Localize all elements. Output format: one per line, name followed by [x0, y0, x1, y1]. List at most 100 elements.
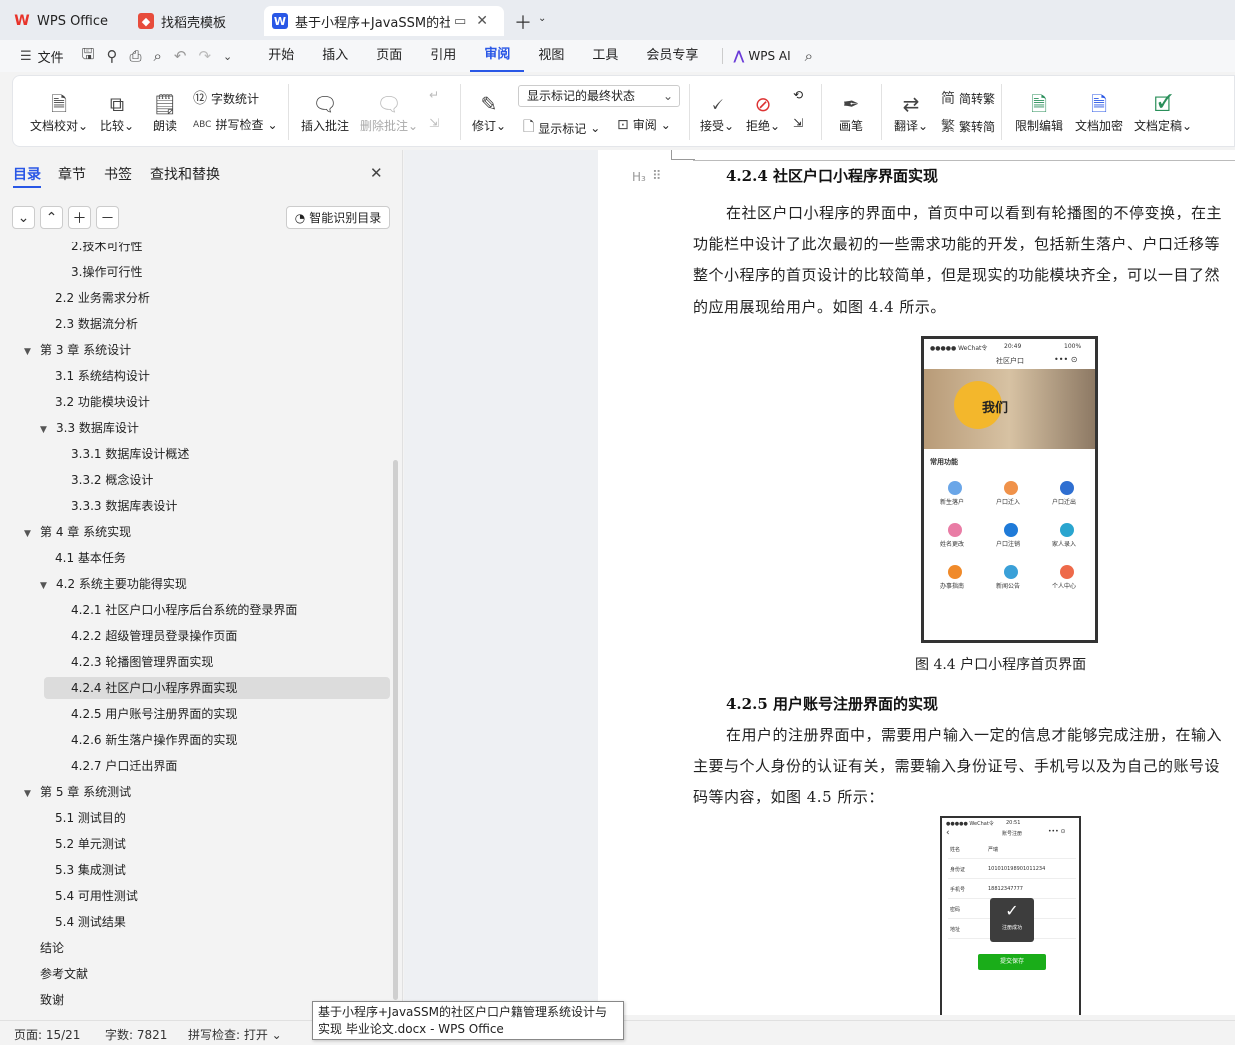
toc-item[interactable]: 4.2.2 超级管理员登录操作页面 — [71, 624, 237, 648]
toc-item[interactable]: 3.1 系统结构设计 — [55, 364, 150, 388]
expand-arrow-icon[interactable]: ▼ — [40, 574, 56, 598]
undo-icon[interactable]: ↶ — [168, 47, 193, 65]
menu-review[interactable]: 审阅 — [470, 40, 525, 72]
tab-document[interactable]: W 基于小程序+JavaSSM的社区户 ▭ ✕ — [264, 6, 504, 36]
menu-reference[interactable]: 引用 — [416, 40, 470, 72]
tab-docer[interactable]: ◆ 找稻壳模板 — [130, 6, 258, 36]
read-aloud-button[interactable]: 🗒 朗读 — [147, 76, 183, 148]
toc-item[interactable]: 2.2 业务需求分析 — [55, 286, 150, 310]
menu-home[interactable]: 开始 — [254, 40, 308, 72]
menu-page[interactable]: 页面 — [362, 40, 416, 72]
doc-check-button[interactable]: 🗎 文档校对⌄ — [29, 76, 89, 148]
tab-wps-office[interactable]: W WPS Office — [6, 6, 124, 36]
toc-item[interactable]: 4.2.5 用户账号注册界面的实现 — [71, 702, 237, 726]
tab-toc[interactable]: 目录 — [13, 164, 41, 184]
hamburger-icon[interactable]: ☰ — [14, 49, 38, 64]
prev-comment-icon[interactable]: ↵ — [429, 88, 439, 102]
tab-list-chevron-icon[interactable]: ⌄ — [538, 13, 546, 24]
spell-check-button[interactable]: ABC 拼写检查 ⌄ — [193, 116, 278, 133]
link-icon[interactable]: ⚲ — [100, 47, 123, 65]
toc-item[interactable]: ▼ 第 5 章 系统测试 — [24, 780, 131, 804]
toc-item[interactable]: 5.4 测试结果 — [55, 910, 126, 934]
print-icon[interactable]: ⎙ — [123, 47, 147, 65]
tab-find-replace[interactable]: 查找和替换 — [150, 164, 220, 184]
track-changes-button[interactable]: ✎ 修订⌄ — [469, 76, 509, 148]
wps-ai-button[interactable]: WPS AI — [748, 49, 790, 63]
insert-comment-button[interactable]: 🗨 插入批注 — [299, 76, 351, 148]
word-count-indicator[interactable]: 字数: 7821 — [105, 1026, 167, 1043]
toc-item[interactable]: 5.3 集成测试 — [55, 858, 126, 882]
compare-button[interactable]: ⧉ 比较⌄ — [97, 76, 137, 148]
menu-tools[interactable]: 工具 — [578, 40, 632, 72]
toc-item[interactable]: 4.2.7 户口迁出界面 — [71, 754, 177, 778]
new-tab-button[interactable]: ＋ — [514, 9, 532, 35]
prev-change-icon[interactable]: ⟲ — [793, 88, 803, 102]
trad-to-simp-button[interactable]: 繁繁转简 — [941, 116, 995, 136]
toc-item[interactable]: 参考文献 — [40, 962, 88, 986]
tab-bookmarks[interactable]: 书签 — [104, 164, 132, 184]
expand-arrow-icon[interactable]: ▼ — [40, 418, 56, 442]
show-markup-button[interactable]: 🗋 显示标记 ⌄ — [523, 116, 600, 140]
toc-item[interactable]: 结论 — [40, 936, 64, 960]
close-tab-icon[interactable]: ✕ — [476, 13, 488, 29]
toc-item[interactable]: 5.2 单元测试 — [55, 832, 126, 856]
toc-item[interactable]: 5.4 可用性测试 — [55, 884, 138, 908]
toc-item[interactable]: 2.3 数据流分析 — [55, 312, 138, 336]
monitor-icon[interactable]: ▭ — [454, 14, 466, 29]
tab-chapters[interactable]: 章节 — [58, 164, 86, 184]
toc-item[interactable]: 3.操作可行性 — [71, 260, 142, 284]
quick-access-chevron-icon[interactable]: ⌄ — [217, 50, 238, 63]
toc-item[interactable]: ▼ 3.3 数据库设计 — [40, 416, 139, 440]
toc-item[interactable]: 3.3.2 概念设计 — [71, 468, 153, 492]
toc-item[interactable]: 致谢 — [40, 988, 64, 1012]
spell-check-toggle[interactable]: 拼写检查: 打开 ⌄ — [188, 1026, 282, 1043]
drag-handle-icon[interactable]: ⠿ — [652, 169, 662, 184]
toc-item[interactable]: 3.3.3 数据库表设计 — [71, 494, 177, 518]
collapse-down-button[interactable]: ⌄ — [12, 206, 35, 229]
toc-item[interactable]: 4.1 基本任务 — [55, 546, 126, 570]
expand-arrow-icon[interactable]: ▼ — [24, 782, 40, 806]
toc-item[interactable]: ▼ 第 3 章 系统设计 — [24, 338, 131, 362]
save-icon[interactable]: 🖫 — [76, 44, 101, 69]
toc-item[interactable]: ▼ 4.2 系统主要功能得实现 — [40, 572, 187, 596]
add-heading-button[interactable]: ＋ — [68, 206, 91, 229]
encrypt-button[interactable]: 🗎 文档加密 — [1073, 76, 1125, 148]
toc-item[interactable]: 4.2.3 轮播图管理界面实现 — [71, 650, 213, 674]
toc-item[interactable]: 4.2.1 社区户口小程序后台系统的登录界面 — [71, 598, 297, 622]
translate-button[interactable]: ⇄ 翻译⌄ — [891, 76, 931, 148]
page-indicator[interactable]: 页面: 15/21 — [14, 1026, 80, 1043]
toc-item[interactable]: 3.3.1 数据库设计概述 — [71, 442, 189, 466]
heading-style-icon[interactable]: H₃ — [632, 170, 646, 184]
toc-item[interactable]: 4.2.6 新生落户操作界面的实现 — [71, 728, 237, 752]
toc-item[interactable]: 4.2.4 社区户口小程序界面实现 — [71, 676, 237, 700]
reject-button[interactable]: ⊘ 拒绝⌄ — [743, 76, 783, 148]
markup-display-select[interactable]: 显示标记的最终状态 ⌄ — [518, 85, 680, 107]
close-pane-icon[interactable]: ✕ — [370, 164, 383, 182]
menu-view[interactable]: 视图 — [524, 40, 578, 72]
accept-button[interactable]: 🗸 接受⌄ — [697, 76, 737, 148]
remove-heading-button[interactable]: － — [96, 206, 119, 229]
expand-arrow-icon[interactable]: ▼ — [24, 522, 40, 546]
sidebar-scrollbar[interactable] — [393, 460, 398, 1000]
toc-item[interactable]: 5.1 测试目的 — [55, 806, 126, 830]
finalize-button[interactable]: 🗹 文档定稿⌄ — [1133, 76, 1193, 148]
next-change-icon[interactable]: ⇲ — [793, 116, 803, 130]
word-count-button[interactable]: ⑫ 字数统计 — [193, 88, 259, 108]
expand-arrow-icon[interactable]: ▼ — [24, 340, 40, 364]
smart-toc-button[interactable]: ◔ 智能识别目录 — [286, 206, 390, 229]
menu-member[interactable]: 会员专享 — [632, 40, 712, 72]
review-pane-button[interactable]: ⊡ 审阅 ⌄ — [617, 116, 671, 133]
next-comment-icon[interactable]: ⇲ — [429, 116, 439, 130]
toc-item[interactable]: 2.技术可行性 — [71, 242, 142, 258]
file-menu[interactable]: 文件 — [38, 47, 64, 66]
expand-up-button[interactable]: ⌃ — [40, 206, 63, 229]
toc-item[interactable]: ▼ 第 4 章 系统实现 — [24, 520, 131, 544]
restrict-edit-button[interactable]: 🗎 限制编辑 — [1013, 76, 1065, 148]
pen-button[interactable]: ✒ 画笔 — [833, 76, 869, 148]
simp-to-trad-button[interactable]: 简简转繁 — [941, 88, 995, 108]
toc-item[interactable]: 3.2 功能模块设计 — [55, 390, 150, 414]
menu-insert[interactable]: 插入 — [308, 40, 362, 72]
redo-icon[interactable]: ↷ — [192, 47, 217, 65]
delete-comment-button[interactable]: 🗨 删除批注⌄ — [359, 76, 419, 148]
search-icon[interactable]: ⌕ — [799, 47, 819, 65]
